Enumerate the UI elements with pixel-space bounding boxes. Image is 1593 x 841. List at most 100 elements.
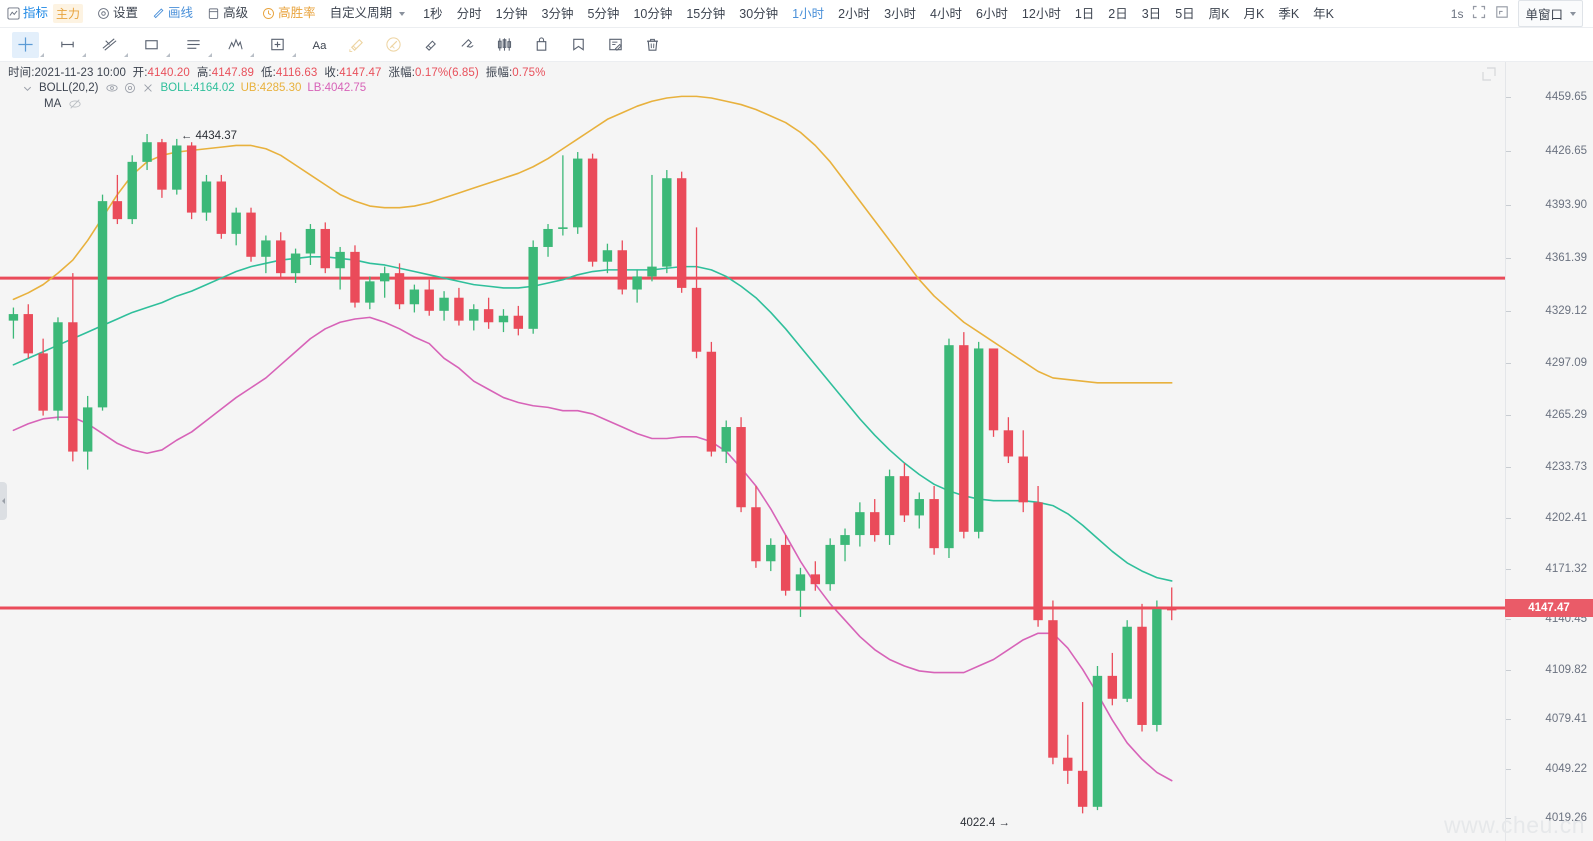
tool-hide-drawings[interactable] bbox=[565, 32, 592, 58]
candle-body bbox=[142, 142, 152, 162]
period-季K[interactable]: 季K bbox=[1271, 0, 1306, 28]
axis-label-7: 4233.73 bbox=[1545, 460, 1587, 473]
period-1小时[interactable]: 1小时 bbox=[785, 0, 831, 28]
candle-body bbox=[617, 250, 627, 290]
period-周K[interactable]: 周K bbox=[1202, 0, 1237, 28]
tool-wave[interactable] bbox=[222, 32, 254, 58]
chevron-down-icon[interactable] bbox=[22, 83, 33, 94]
period-6小时[interactable]: 6小时 bbox=[969, 0, 1015, 28]
candle-body bbox=[82, 407, 93, 452]
period-3小时[interactable]: 3小时 bbox=[877, 0, 923, 28]
period-10分钟[interactable]: 10分钟 bbox=[626, 0, 679, 28]
tool-freehand[interactable] bbox=[454, 32, 481, 58]
tool-horizontal-segment[interactable] bbox=[54, 32, 86, 58]
period-1分钟[interactable]: 1分钟 bbox=[489, 0, 535, 28]
text-Aa-icon: Aa bbox=[310, 36, 329, 53]
period-30分钟[interactable]: 30分钟 bbox=[732, 0, 785, 28]
period-15分钟[interactable]: 15分钟 bbox=[679, 0, 732, 28]
indicator-badge-zhuli[interactable]: 主力 bbox=[53, 4, 84, 23]
refresh-rate-label: 1s bbox=[1450, 6, 1464, 21]
candle-body bbox=[914, 499, 924, 516]
layers-icon bbox=[207, 7, 220, 20]
tool-text[interactable]: Aa bbox=[306, 32, 333, 58]
snapshot-icon[interactable] bbox=[1495, 5, 1509, 22]
tool-magnet-on[interactable] bbox=[380, 32, 407, 58]
menu-item-custom-period[interactable]: 自定义周期 bbox=[323, 0, 413, 28]
chart-area[interactable]: ← 4434.37 4022.4 → 4459.65 4426.65 4393.90 4… bbox=[0, 62, 1593, 841]
expand-corner-icon[interactable] bbox=[1481, 66, 1497, 87]
tool-crosshair[interactable] bbox=[12, 31, 44, 58]
current-price-badge[interactable]: 4147.47 bbox=[1505, 598, 1593, 617]
period-4小时[interactable]: 4小时 bbox=[923, 0, 969, 28]
period-5日[interactable]: 5日 bbox=[1168, 0, 1201, 28]
axis-tick bbox=[1506, 310, 1511, 312]
candle-body bbox=[409, 289, 420, 305]
drawing-toolbar: Aa bbox=[0, 28, 1593, 62]
price-axis[interactable]: 4459.65 4426.65 4393.90 4361.39 4329.12 4297.… bbox=[1505, 62, 1593, 841]
eye-off-icon[interactable] bbox=[69, 98, 81, 110]
menu-item-settings[interactable]: 设置 bbox=[90, 0, 145, 28]
period-分时[interactable]: 分时 bbox=[450, 0, 489, 28]
tool-parallel-channel[interactable] bbox=[96, 32, 128, 58]
gear-icon[interactable] bbox=[124, 82, 136, 94]
candlestick-plot[interactable]: ← 4434.37 4022.4 → bbox=[0, 62, 1505, 841]
tool-rectangle[interactable] bbox=[138, 32, 170, 58]
candle-body bbox=[1092, 675, 1103, 807]
window-mode-dropdown[interactable]: 单窗口 bbox=[1518, 0, 1583, 27]
period-1日[interactable]: 1日 bbox=[1068, 0, 1101, 28]
tool-fibonacci[interactable] bbox=[180, 32, 212, 58]
axis-tick bbox=[1506, 96, 1511, 98]
period-3分钟[interactable]: 3分钟 bbox=[535, 0, 581, 28]
candle-body bbox=[1107, 675, 1118, 699]
tool-box-plus[interactable] bbox=[264, 32, 296, 58]
ohlc-value-3: 4147.47 bbox=[339, 67, 382, 79]
period-12小时[interactable]: 12小时 bbox=[1015, 0, 1068, 28]
fibonacci-icon bbox=[185, 36, 202, 53]
legend-value-ub: UB:4285.30 bbox=[240, 82, 302, 94]
candle-body bbox=[988, 348, 999, 431]
top-menu-bar: 指标 主力 设置 画线 高级 高胜率 自定义周期 1秒 分时 1分钟 3分钟 5… bbox=[0, 0, 1593, 28]
menu-item-draw[interactable]: 画线 bbox=[145, 0, 200, 28]
candle-body bbox=[454, 297, 464, 321]
period-2小时[interactable]: 2小时 bbox=[831, 0, 877, 28]
menu-item-advanced-label: 高级 bbox=[223, 6, 249, 21]
menu-item-advanced[interactable]: 高级 bbox=[200, 0, 255, 28]
menu-item-custom-period-label: 自定义周期 bbox=[329, 6, 393, 21]
ohlc-key-3: 收: bbox=[324, 67, 340, 79]
period-3日[interactable]: 3日 bbox=[1135, 0, 1168, 28]
pencil-icon bbox=[152, 7, 165, 20]
tool-delete-all[interactable] bbox=[639, 32, 666, 58]
eye-icon[interactable] bbox=[106, 82, 119, 94]
candle-body bbox=[1003, 430, 1014, 457]
period-月K[interactable]: 月K bbox=[1236, 0, 1271, 28]
period-年K[interactable]: 年K bbox=[1306, 0, 1341, 28]
candle-body bbox=[350, 251, 360, 303]
candle-body bbox=[528, 246, 538, 329]
tool-eraser[interactable] bbox=[417, 32, 444, 58]
menu-item-settings-label: 设置 bbox=[113, 6, 139, 21]
period-5分钟[interactable]: 5分钟 bbox=[580, 0, 626, 28]
menu-item-indicator[interactable]: 指标 主力 bbox=[0, 0, 90, 28]
time-value: 2021-11-23 10:00 bbox=[34, 67, 127, 79]
freehand-icon bbox=[459, 36, 476, 53]
candle-body bbox=[558, 227, 568, 229]
ohlc-key-1: 高: bbox=[196, 67, 212, 79]
axis-label-9: 4171.32 bbox=[1545, 562, 1587, 575]
fullscreen-icon[interactable] bbox=[1472, 5, 1486, 22]
tool-measure[interactable] bbox=[491, 32, 518, 58]
menu-item-winrate-label: 高胜率 bbox=[278, 6, 316, 21]
candle-body bbox=[1063, 757, 1073, 771]
tool-lock[interactable] bbox=[528, 32, 555, 58]
period-selector: 1秒 分时 1分钟 3分钟 5分钟 10分钟 15分钟 30分钟 1小时 2小时 3小时 4小时 6小时… bbox=[416, 0, 1341, 28]
candle-body bbox=[855, 512, 865, 536]
tool-edit-note[interactable] bbox=[602, 32, 629, 58]
axis-label-1: 4426.65 bbox=[1545, 144, 1587, 157]
period-2日[interactable]: 2日 bbox=[1101, 0, 1134, 28]
candle-body bbox=[424, 289, 434, 311]
left-panel-toggle-handle[interactable] bbox=[0, 482, 7, 520]
menu-item-winrate[interactable]: 高胜率 bbox=[255, 0, 323, 28]
close-icon[interactable] bbox=[142, 82, 154, 94]
tool-magnet-off[interactable] bbox=[343, 32, 370, 58]
period-1秒[interactable]: 1秒 bbox=[416, 0, 449, 28]
legend-row-ma: MA bbox=[44, 98, 366, 110]
